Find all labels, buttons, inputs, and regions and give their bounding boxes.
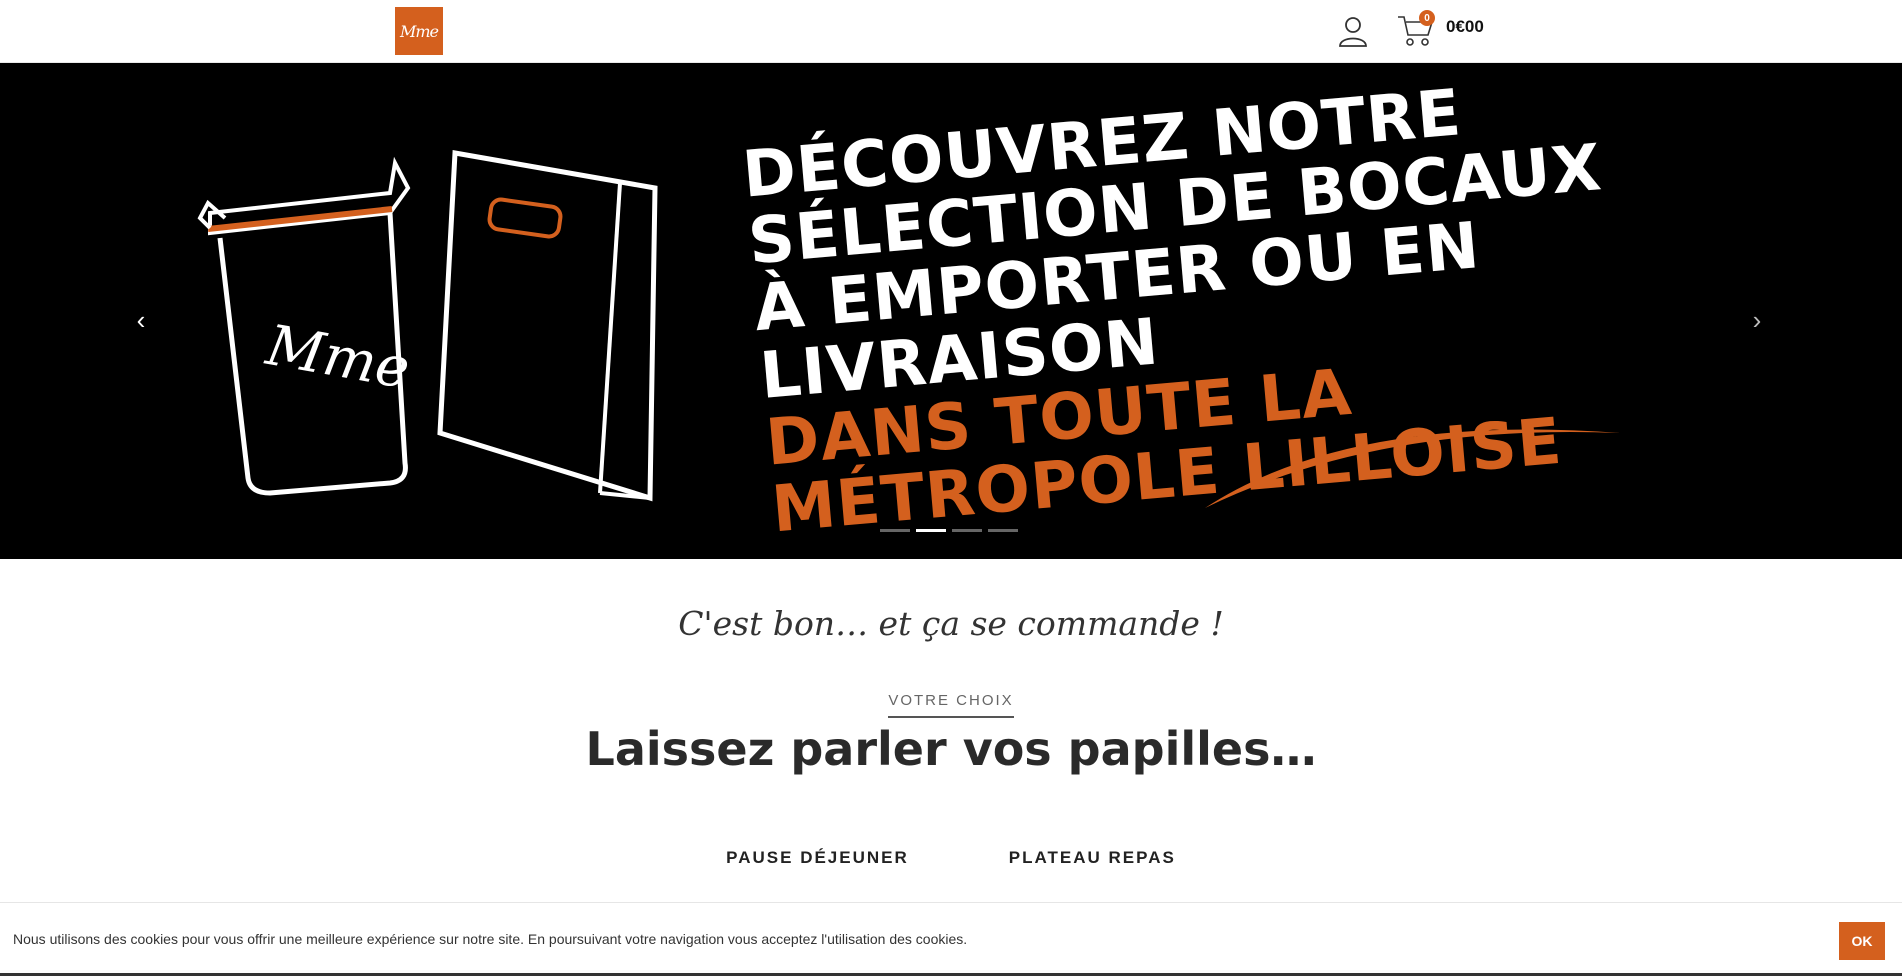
section-kicker: VOTRE CHOIX (0, 692, 1902, 718)
tab-pause-dejeuner[interactable]: PAUSE DÉJEUNER (726, 848, 909, 868)
slider-dot-1[interactable] (880, 529, 910, 532)
slider-dot-2[interactable] (916, 529, 946, 532)
orange-swoosh (1205, 429, 1620, 508)
kicker-label: VOTRE CHOIX (888, 692, 1014, 718)
category-tabs: PAUSE DÉJEUNER PLATEAU REPAS (0, 848, 1902, 868)
cookie-banner: Nous utilisons des cookies pour vous off… (0, 902, 1902, 976)
slider-dot-4[interactable] (988, 529, 1018, 532)
site-header: Mme 0 0€00 (0, 0, 1902, 63)
hero-slider: Mme Découvrez notre sélection de bocaux … (0, 63, 1902, 559)
cart-total[interactable]: 0€00 (1446, 17, 1484, 37)
cart-count-badge: 0 (1419, 10, 1435, 26)
page: Mme 0 0€00 Mme Découvrez (0, 0, 1902, 976)
tagline: C'est bon… et ça se commande ! (678, 604, 1224, 643)
slider-dot-3[interactable] (952, 529, 982, 532)
cookie-ok-button[interactable]: OK (1839, 922, 1885, 960)
slider-dots (880, 529, 1018, 532)
jar-and-bag-illustration: Mme (197, 150, 658, 502)
logo-text: Mme (399, 21, 439, 41)
slider-prev-arrow[interactable]: ‹ (126, 300, 156, 340)
user-icon[interactable] (1338, 15, 1368, 47)
tab-plateau-repas[interactable]: PLATEAU REPAS (1009, 848, 1176, 868)
slider-next-arrow[interactable]: › (1742, 300, 1772, 340)
section-title: Laissez parler vos papilles… (585, 722, 1317, 776)
site-logo[interactable]: Mme (395, 7, 443, 55)
jar-lettering: Mme (261, 313, 415, 402)
cookie-text: Nous utilisons des cookies pour vous off… (13, 931, 968, 947)
